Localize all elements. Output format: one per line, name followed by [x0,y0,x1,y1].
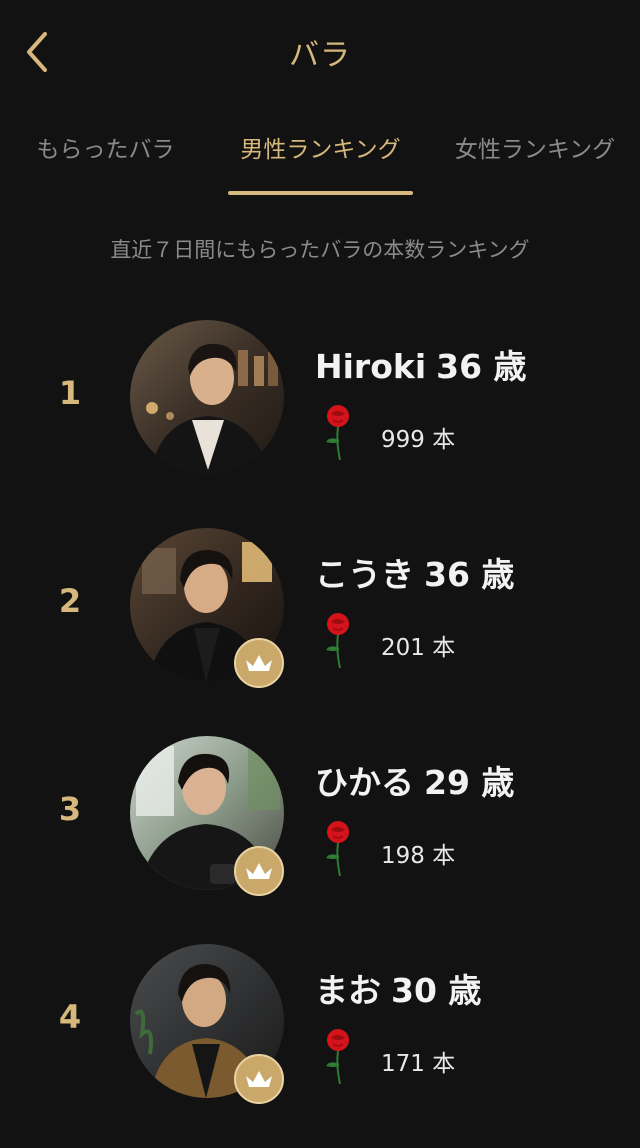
rank-number: 3 [58,790,82,828]
user-name: Hiroki [315,347,427,386]
rose-count: 198 本 [381,843,456,869]
rose-count: 201 本 [381,635,456,661]
ranking-row[interactable]: 4 まお 30 歳 171 本 [0,940,640,1148]
rose-icon [326,821,349,877]
rose-count: 999 本 [381,427,456,453]
user-age: 29 歳 [424,763,515,802]
rose-count: 171 本 [381,1051,456,1077]
ranking-row[interactable]: 2 こうき 36 歳 201 本 [0,524,640,732]
rose-icon [326,405,349,461]
ranking-list: 1 Hiroki 36 歳 999 本 2 こうき 36 歳 201 本 3 ひ… [0,316,640,1148]
page-title: バラ [289,38,351,73]
tab-male-ranking[interactable]: 男性ランキング [222,130,419,196]
crown-badge [234,638,284,688]
tab-label: 男性ランキング [240,137,401,163]
tab-label: 女性ランキング [454,137,616,163]
crown-badge [234,1054,284,1104]
rose-icon [326,1029,349,1085]
tab-bar: もらったバラ 男性ランキング 女性ランキング [0,118,640,198]
crown-icon [246,863,272,879]
crown-icon [246,1071,272,1087]
crown-badge [234,846,284,896]
user-age: 30 歳 [391,971,482,1010]
tab-label: もらったバラ [36,137,175,163]
ranking-row[interactable]: 1 Hiroki 36 歳 999 本 [0,316,640,524]
user-name-age: Hiroki 36 歳 [315,340,527,388]
user-name-age: まお 30 歳 [315,964,481,1012]
user-age: 36 歳 [424,555,515,594]
user-name: まお [315,971,381,1010]
user-name-age: ひかる 29 歳 [315,756,514,804]
user-name: こうき [315,555,414,594]
ranking-description: 直近７日間にもらったバラの本数ランキング [110,238,530,262]
rose-icon [326,613,349,669]
user-name-age: こうき 36 歳 [315,548,514,596]
avatar[interactable] [130,320,284,474]
user-age: 36 歳 [436,347,527,386]
user-name: ひかる [315,763,414,802]
tab-female-ranking[interactable]: 女性ランキング [440,130,630,196]
header-bar: バラ [0,0,640,104]
tab-received-roses[interactable]: もらったバラ [18,130,193,196]
active-tab-indicator [228,191,413,195]
rank-number: 4 [58,998,82,1036]
rank-number: 2 [58,582,82,620]
ranking-row[interactable]: 3 ひかる 29 歳 198 本 [0,732,640,940]
rank-number: 1 [58,374,82,412]
crown-icon [246,655,272,671]
